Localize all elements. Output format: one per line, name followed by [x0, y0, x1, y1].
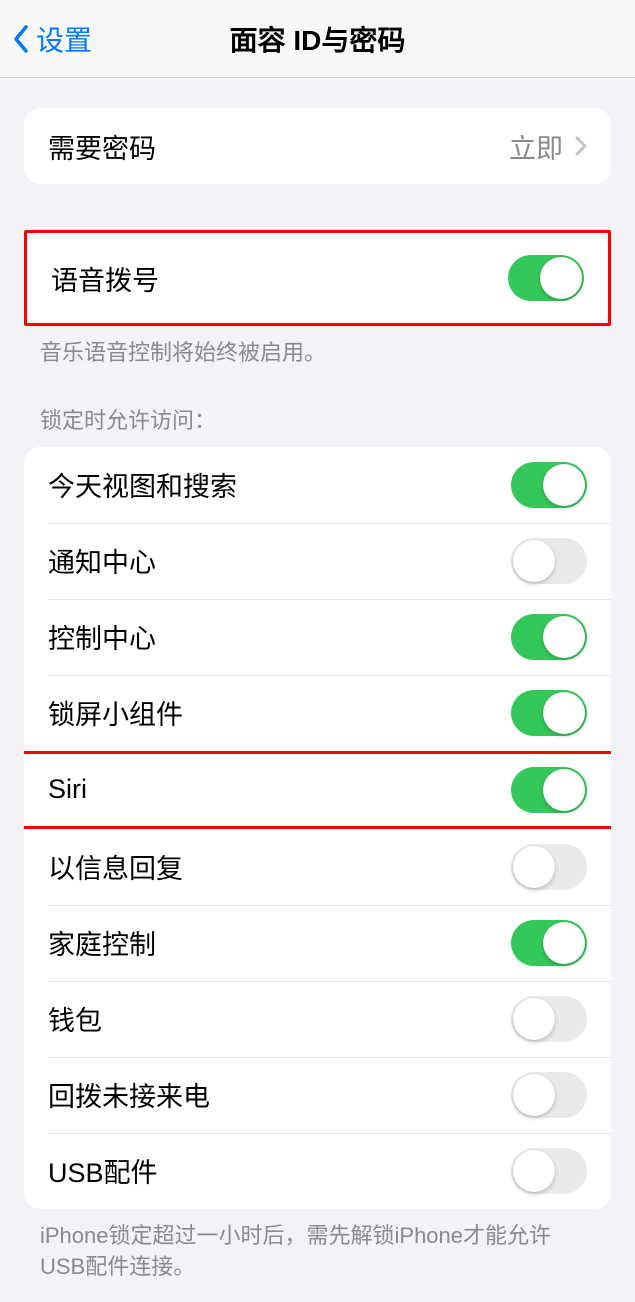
locked-access-row: USB配件: [24, 1133, 611, 1209]
locked-access-toggle[interactable]: [511, 920, 587, 966]
locked-access-header: 锁定时允许访问：: [0, 369, 635, 447]
passcode-required-group: 需要密码 立即: [24, 108, 611, 184]
locked-access-label: 回拨未接来电: [48, 1075, 210, 1114]
navigation-bar: 设置 面容 ID与密码: [0, 0, 635, 78]
locked-access-label: 家庭控制: [48, 923, 156, 962]
voice-dial-footer: 音乐语音控制将始终被启用。: [0, 326, 635, 369]
locked-access-label: 以信息回复: [48, 847, 183, 886]
locked-access-label: 通知中心: [48, 541, 156, 580]
locked-access-label: 今天视图和搜索: [48, 465, 237, 504]
require-passcode-value-area: 立即: [509, 127, 587, 166]
chevron-right-icon: [575, 136, 587, 156]
locked-access-group: 今天视图和搜索通知中心控制中心锁屏小组件 Siri 以信息回复家庭控制钱包回拨未接来…: [24, 447, 611, 1209]
page-title: 面容 ID与密码: [12, 19, 623, 59]
locked-access-row: 回拨未接来电: [24, 1057, 611, 1133]
locked-access-row: 通知中心: [24, 523, 611, 599]
locked-access-label: 锁屏小组件: [48, 693, 183, 732]
locked-access-label: USB配件: [48, 1151, 158, 1190]
require-passcode-value: 立即: [509, 127, 563, 166]
voice-dial-highlight: 语音拨号: [24, 230, 611, 326]
locked-access-label: 控制中心: [48, 617, 156, 656]
locked-access-toggle[interactable]: [511, 996, 587, 1042]
voice-dial-toggle[interactable]: [508, 255, 584, 301]
locked-access-row: 家庭控制: [24, 905, 611, 981]
require-passcode-row[interactable]: 需要密码 立即: [24, 108, 611, 184]
content-area: 需要密码 立即 语音拨号 音乐语音控制将始终被启用。 锁定时允许访问： 今天视图…: [0, 78, 635, 1302]
voice-dial-row: 语音拨号: [27, 233, 608, 323]
locked-access-toggle[interactable]: [511, 538, 587, 584]
locked-access-toggle[interactable]: [511, 690, 587, 736]
locked-access-row: Siri: [24, 754, 611, 826]
back-button[interactable]: 设置: [12, 19, 92, 59]
locked-access-toggle[interactable]: [511, 614, 587, 660]
siri-highlight: Siri: [24, 751, 611, 829]
locked-access-row: 钱包: [24, 981, 611, 1057]
locked-access-label: 钱包: [48, 999, 102, 1038]
locked-access-footer: iPhone锁定超过一小时后，需先解锁iPhone才能允许USB配件连接。: [0, 1209, 635, 1283]
locked-access-toggle[interactable]: [511, 462, 587, 508]
require-passcode-label: 需要密码: [48, 127, 156, 166]
locked-access-toggle[interactable]: [511, 767, 587, 813]
locked-access-toggle[interactable]: [511, 844, 587, 890]
locked-access-row: 今天视图和搜索: [24, 447, 611, 523]
locked-access-label: Siri: [48, 774, 87, 805]
chevron-left-icon: [12, 24, 30, 54]
voice-dial-label: 语音拨号: [51, 259, 159, 298]
locked-access-row: 锁屏小组件: [24, 675, 611, 751]
back-label: 设置: [36, 19, 92, 59]
locked-access-row: 控制中心: [24, 599, 611, 675]
locked-access-toggle[interactable]: [511, 1148, 587, 1194]
locked-access-toggle[interactable]: [511, 1072, 587, 1118]
locked-access-row: 以信息回复: [24, 829, 611, 905]
